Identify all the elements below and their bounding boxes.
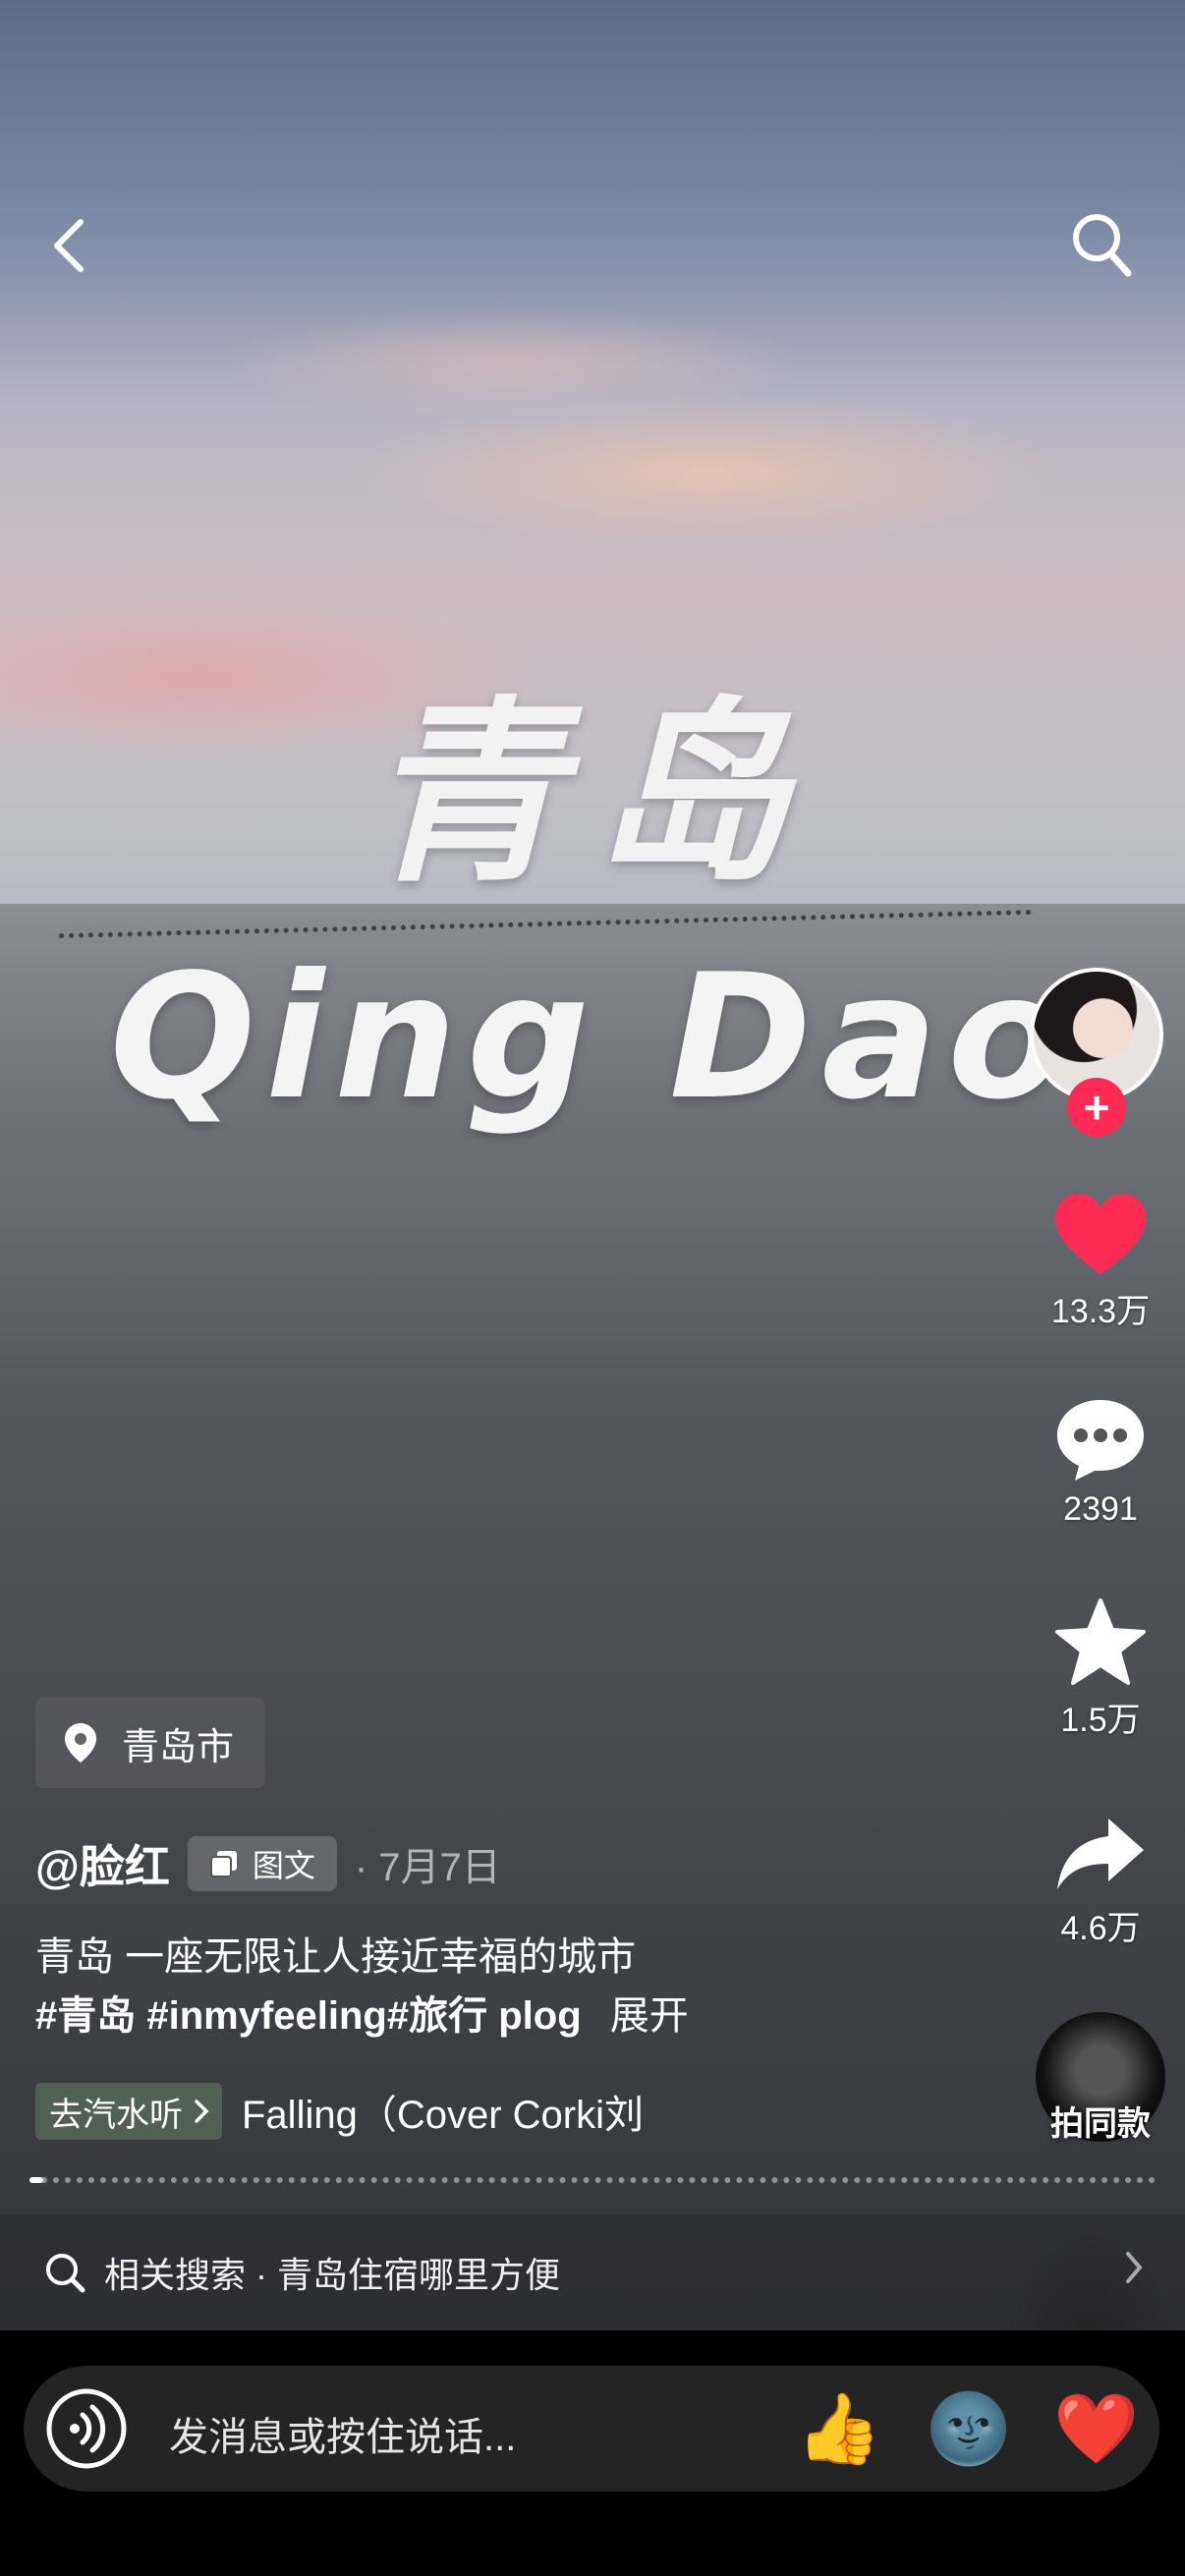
- share-count: 4.6万: [1060, 1910, 1141, 1947]
- open-music-app-chip[interactable]: 去汽水听: [35, 2083, 222, 2140]
- cover-title-chinese: 青岛: [366, 678, 818, 909]
- music-chip-label: 去汽水听: [49, 2096, 183, 2134]
- post-type-label: 图文: [252, 1848, 315, 1883]
- carousel-progress: [29, 2177, 1156, 2183]
- location-pin-icon: [65, 1723, 96, 1763]
- comment-icon: [1057, 1400, 1144, 1481]
- search-icon[interactable]: [1069, 210, 1132, 279]
- moon-face-emoji-icon[interactable]: 🌚: [926, 2387, 1011, 2470]
- photo-post-icon: [209, 1851, 237, 1877]
- favorite-count: 1.5万: [1060, 1702, 1141, 1739]
- music-row: 去汽水听 Falling（Cover Corki刘: [35, 2083, 644, 2140]
- favorite-button[interactable]: 1.5万: [1022, 1596, 1179, 1741]
- music-title[interactable]: Falling（Cover Corki刘: [242, 2083, 644, 2140]
- comment-button[interactable]: 2391: [1022, 1394, 1179, 1529]
- location-tag[interactable]: 青岛市: [35, 1698, 266, 1788]
- location-label: 青岛市: [122, 1726, 235, 1768]
- cover-title-english: Qing Dao: [109, 938, 1076, 1138]
- thumbs-up-emoji-icon[interactable]: 👍: [796, 2387, 881, 2470]
- comment-count: 2391: [1063, 1490, 1138, 1528]
- expand-link[interactable]: 展开: [610, 1994, 689, 2038]
- message-input[interactable]: 发消息或按住说话... 👍 🌚 ❤️: [24, 2366, 1159, 2492]
- star-icon: [1055, 1598, 1146, 1685]
- hashtags[interactable]: #青岛 #inmyfeeling#旅行 plog: [35, 1994, 582, 2038]
- heart-icon: [1055, 1194, 1146, 1274]
- remix-label[interactable]: 拍同款: [1012, 2097, 1185, 2145]
- follow-button[interactable]: +: [1067, 1078, 1126, 1137]
- back-icon[interactable]: [43, 214, 98, 277]
- carousel-progress-current: [29, 2177, 43, 2183]
- author-name[interactable]: @脸红: [35, 1831, 170, 1896]
- message-placeholder: 发消息或按住说话...: [169, 2416, 517, 2459]
- bottom-bar: 发消息或按住说话... 👍 🌚 ❤️: [0, 2330, 1185, 2576]
- caption-text: 青岛 一座无限让人接近幸福的城市: [35, 1935, 637, 1979]
- chevron-right-icon: [195, 2100, 209, 2123]
- like-button[interactable]: 13.3万: [1022, 1190, 1179, 1332]
- share-button[interactable]: 4.6万: [1022, 1813, 1179, 1949]
- chevron-right-icon: [1126, 2252, 1143, 2283]
- author-row: @脸红 图文 · 7月7日: [35, 1831, 501, 1896]
- related-search-text: 相关搜索 · 青岛住宿哪里方便: [104, 2255, 560, 2295]
- related-search-bar[interactable]: 相关搜索 · 青岛住宿哪里方便: [0, 2214, 1185, 2330]
- search-icon: [46, 2254, 85, 2293]
- voice-input-icon[interactable]: [43, 2385, 130, 2472]
- caption[interactable]: 青岛 一座无限让人接近幸福的城市 #青岛 #inmyfeeling#旅行 plo…: [35, 1928, 1018, 2045]
- like-count: 13.3万: [1050, 1293, 1151, 1330]
- share-icon: [1057, 1819, 1144, 1889]
- plus-icon: +: [1083, 1082, 1110, 1133]
- post-date: · 7月7日: [354, 1846, 501, 1889]
- post-type-badge: 图文: [187, 1836, 337, 1891]
- red-heart-emoji-icon[interactable]: ❤️: [1053, 2387, 1139, 2470]
